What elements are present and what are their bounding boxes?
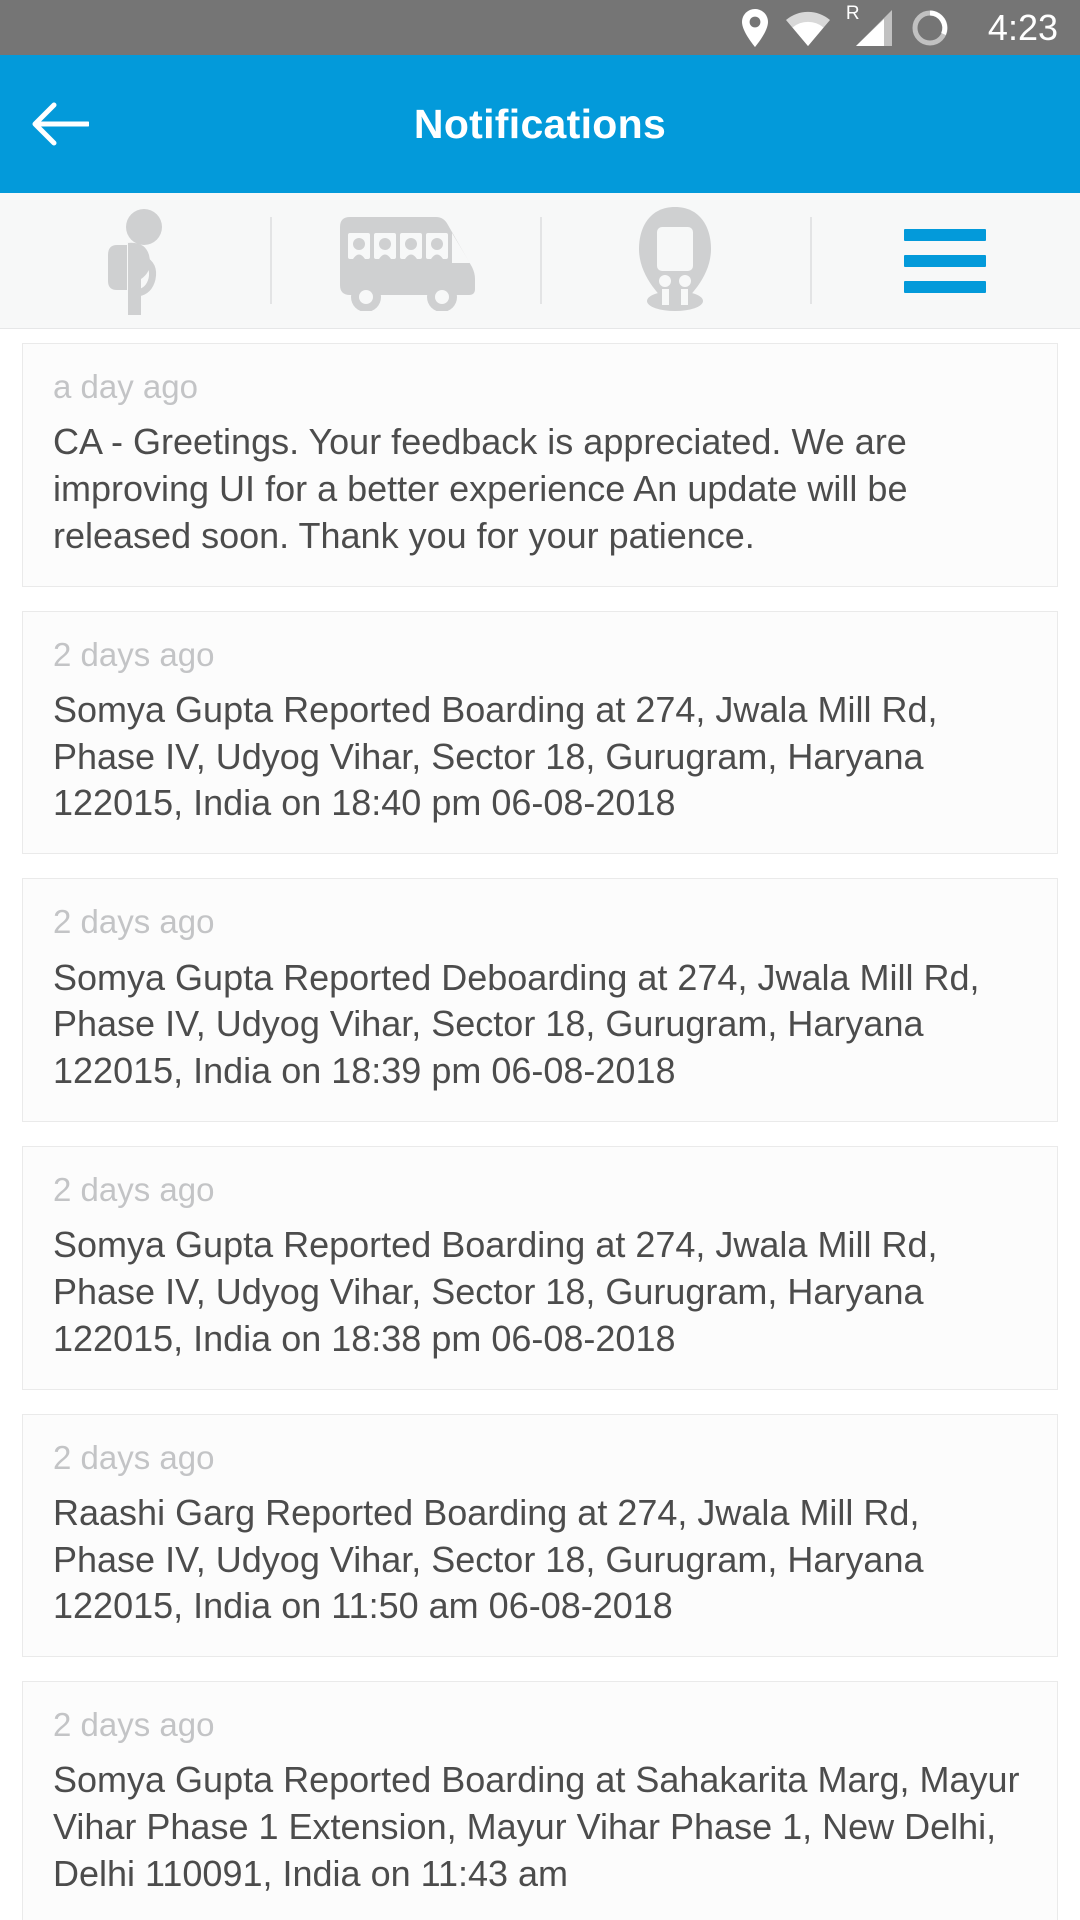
notification-message: CA - Greetings. Your feedback is appreci…: [53, 421, 908, 556]
notification-list[interactable]: a day ago CA - Greetings. Your feedback …: [0, 329, 1080, 1920]
notification-timestamp: 2 days ago: [53, 1706, 215, 1744]
notification-timestamp: 2 days ago: [53, 1438, 215, 1476]
notification-card[interactable]: 2 days ago Raashi Garg Reported Boarding…: [22, 1413, 1058, 1658]
tab-menu[interactable]: [810, 193, 1080, 328]
notification-card[interactable]: 2 days ago Somya Gupta Reported Boarding…: [22, 610, 1058, 855]
notification-timestamp: 2 days ago: [53, 635, 215, 673]
wifi-icon: [785, 11, 830, 46]
location-pin-icon: [741, 8, 768, 47]
notification-message: Somya Gupta Reported Boarding at Sahakar…: [53, 1759, 1020, 1895]
notification-message: Raashi Garg Reported Boarding at 274, Jw…: [53, 1491, 924, 1627]
tab-passenger[interactable]: [0, 193, 270, 328]
notification-timestamp: 2 days ago: [53, 1170, 215, 1208]
bus-icon: [340, 216, 475, 311]
notification-card[interactable]: 2 days ago Somya Gupta Reported Deboardi…: [22, 878, 1058, 1122]
back-button[interactable]: [0, 55, 120, 193]
notification-message: Somya Gupta Reported Boarding at 274, Jw…: [53, 688, 938, 824]
roaming-signal-icon: R: [846, 4, 892, 48]
notification-card[interactable]: 2 days ago Somya Gupta Reported Boarding…: [22, 1145, 1058, 1390]
hamburger-bar: [904, 254, 986, 267]
notification-timestamp: 2 days ago: [53, 903, 215, 941]
app-bar: Notifications: [0, 55, 1080, 193]
status-bar: R 4:23: [0, 0, 1080, 55]
notification-message: Somya Gupta Reported Deboarding at 274, …: [53, 956, 980, 1092]
hamburger-bar: [904, 280, 986, 293]
tab-bar: [0, 193, 1080, 329]
back-arrow-icon: [32, 102, 89, 146]
hamburger-bar: [904, 228, 986, 241]
bus-location-pin-icon: [639, 206, 711, 311]
status-bar-icons: R 4:23: [741, 4, 1058, 48]
status-bar-clock: 4:23: [987, 6, 1058, 48]
tab-track[interactable]: [540, 193, 810, 328]
notification-card[interactable]: 2 days ago Somya Gupta Reported Boarding…: [22, 1681, 1058, 1920]
notification-message: Somya Gupta Reported Boarding at 274, Jw…: [53, 1224, 938, 1359]
battery-circle-icon: [912, 10, 948, 45]
hamburger-menu-icon: [904, 228, 986, 293]
notification-card[interactable]: a day ago CA - Greetings. Your feedback …: [22, 343, 1058, 587]
notification-timestamp: a day ago: [53, 368, 198, 405]
page-title: Notifications: [413, 100, 667, 147]
person-with-backpack-icon: [108, 208, 162, 315]
tab-vehicle[interactable]: [270, 193, 540, 328]
